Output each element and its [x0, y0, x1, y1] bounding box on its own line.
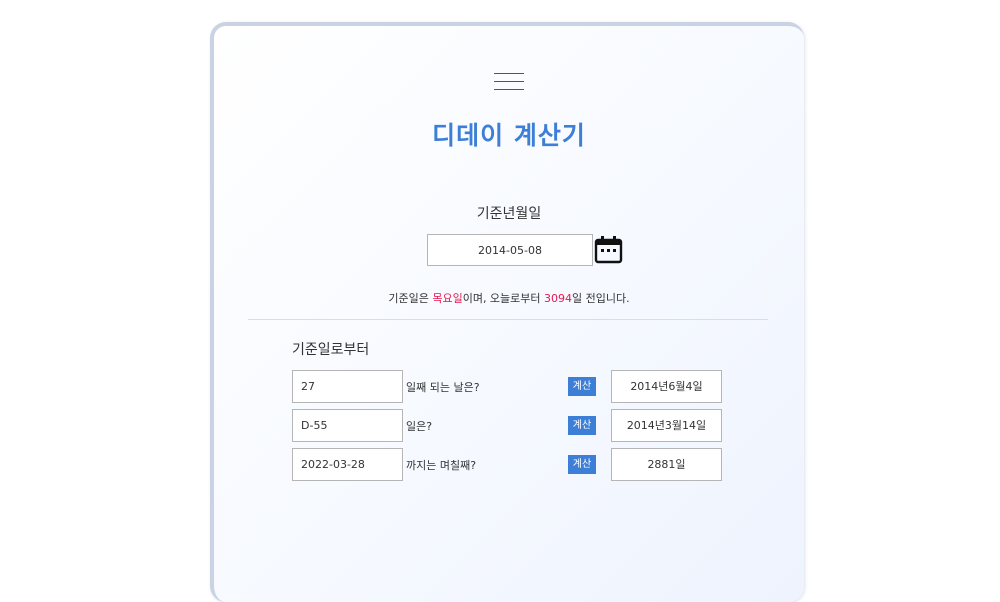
info-weekday: 목요일 [432, 292, 463, 305]
dday-input[interactable] [292, 409, 403, 442]
hamburger-menu-icon[interactable] [494, 73, 524, 91]
base-date-info: 기준일은 목요일이며, 오늘로부터 3094일 전입니다. [214, 290, 804, 306]
info-days: 3094 [544, 292, 573, 305]
calculate-button[interactable]: 계산 [568, 455, 596, 474]
calc-row-days-after: 일째 되는 날은? 계산 2014년6월4일 [292, 370, 732, 403]
days-after-input[interactable] [292, 370, 403, 403]
base-date-label: 기준년월일 [476, 206, 542, 222]
dday-result: 2014년3월14일 [611, 409, 722, 442]
page-title: 디데이 계산기 [432, 121, 586, 150]
days-after-description: 일째 되는 날은? [406, 381, 480, 394]
info-suffix: 일 전입니다. [572, 292, 630, 305]
days-until-description: 까지는 며칠째? [406, 459, 477, 472]
calculate-button[interactable]: 계산 [568, 416, 596, 435]
info-prefix: 기준일은 [388, 292, 433, 305]
calculator-card: 디데이 계산기 기준년월일 기준일은 목요일이며, 오늘로부터 3094일 전입… [210, 22, 804, 602]
calc-row-days-until: 까지는 며칠째? 계산 2881일 [292, 448, 732, 481]
calc-row-dday: 일은? 계산 2014년3월14일 [292, 409, 732, 442]
divider [248, 319, 768, 320]
info-middle: 이며, 오늘로부터 [462, 292, 545, 305]
dday-description: 일은? [406, 420, 433, 433]
days-until-result: 2881일 [611, 448, 722, 481]
target-date-input[interactable] [292, 448, 403, 481]
base-date-input[interactable] [427, 234, 593, 266]
calculate-button[interactable]: 계산 [568, 377, 596, 396]
days-after-result: 2014년6월4일 [611, 370, 722, 403]
section-label: 기준일로부터 [292, 342, 370, 358]
calendar-icon[interactable] [594, 235, 623, 265]
